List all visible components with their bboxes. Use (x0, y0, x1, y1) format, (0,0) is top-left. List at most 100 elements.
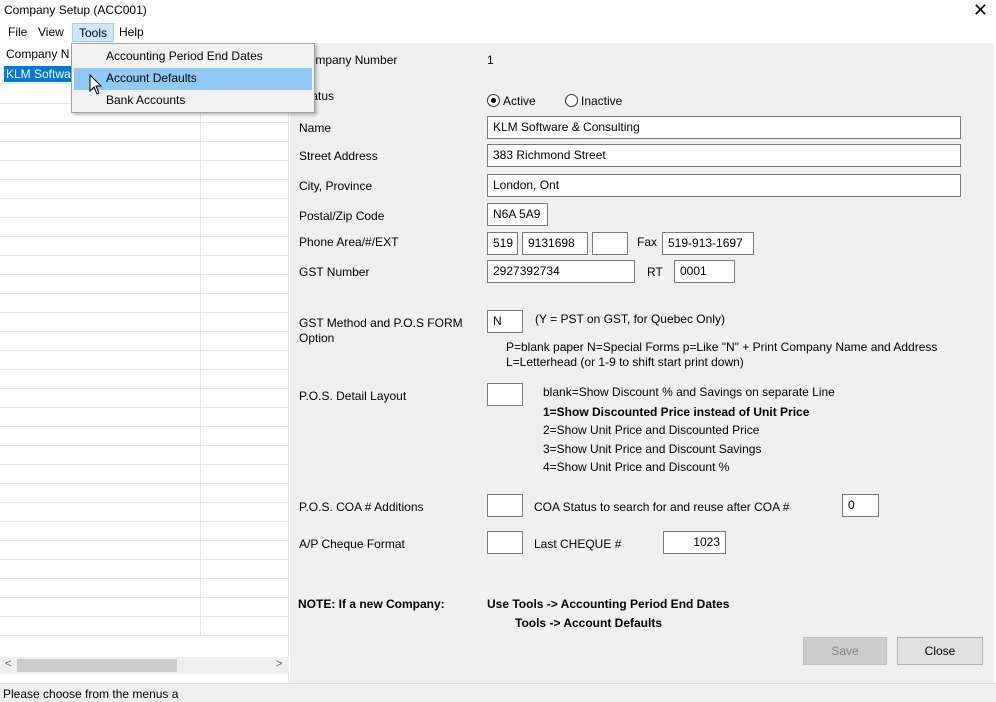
list-item-empty[interactable] (0, 370, 289, 389)
pos-option-2: 2=Show Unit Price and Discounted Price (543, 423, 760, 437)
list-item-empty[interactable] (0, 161, 289, 180)
list-item-label: KLM Softwa (4, 66, 74, 82)
company-list[interactable]: Company N KLM Softwa (0, 43, 289, 683)
last-cheque-label: Last CHEQUE # (534, 537, 622, 551)
column-divider (200, 237, 201, 256)
name-field[interactable]: KLM Software & Consulting (487, 116, 961, 139)
phone-ext-field[interactable] (592, 232, 628, 255)
fax-field[interactable]: 519-913-1697 (662, 232, 754, 255)
list-item-empty[interactable] (0, 465, 289, 484)
list-item-empty[interactable] (0, 123, 289, 142)
list-item-empty[interactable] (0, 294, 289, 313)
list-item-empty[interactable] (0, 332, 289, 351)
postal-field[interactable]: N6A 5A9 (487, 203, 548, 226)
coa-status-label: COA Status to search for and reuse after… (534, 500, 790, 514)
list-item-empty[interactable] (0, 484, 289, 503)
street-label: Street Address (299, 149, 378, 163)
street-field[interactable]: 383 Richmond Street (487, 144, 961, 167)
list-item-empty[interactable] (0, 351, 289, 370)
column-divider (200, 351, 201, 370)
status-active-radio[interactable] (487, 94, 500, 107)
list-item-empty[interactable] (0, 522, 289, 541)
coa-status-field[interactable]: 0 (842, 494, 879, 517)
gst-method-note-2: L=Letterhead (or 1-9 to shift start prin… (506, 355, 744, 369)
scroll-right-icon[interactable]: > (276, 658, 282, 670)
gst-method-field[interactable]: N (487, 310, 523, 333)
phone-area-field[interactable]: 519 (487, 232, 518, 255)
list-item-empty[interactable] (0, 142, 289, 161)
list-item-empty[interactable] (0, 446, 289, 465)
menu-item-bank-accounts[interactable]: Bank Accounts (74, 90, 312, 112)
column-divider (200, 579, 201, 598)
list-item-empty[interactable] (0, 579, 289, 598)
column-divider (200, 427, 201, 446)
list-item-empty[interactable] (0, 256, 289, 275)
last-cheque-field[interactable]: 1023 (663, 531, 726, 554)
list-item-empty[interactable] (0, 199, 289, 218)
status-text: Please choose from the menus a (3, 687, 179, 701)
ap-cheque-label: A/P Cheque Format (299, 537, 405, 551)
coa-field[interactable] (487, 494, 523, 517)
column-divider (200, 123, 201, 142)
column-divider (200, 218, 201, 237)
list-item-empty[interactable] (0, 427, 289, 446)
name-label: Name (299, 121, 332, 135)
list-item-empty[interactable] (0, 218, 289, 237)
list-item-empty[interactable] (0, 408, 289, 427)
menu-tools[interactable]: Tools (72, 23, 115, 42)
menu-bar: File View Tools Help (0, 22, 996, 43)
menu-item-account-defaults[interactable]: Account Defaults (74, 68, 312, 90)
close-button[interactable]: Close (897, 637, 983, 665)
menu-item-accounting-period-end-dates[interactable]: Accounting Period End Dates (74, 46, 312, 68)
list-item-empty[interactable] (0, 598, 289, 617)
phone-number-field[interactable]: 9131698 (522, 232, 588, 255)
column-divider (200, 446, 201, 465)
pos-detail-label: P.O.S. Detail Layout (299, 389, 407, 403)
menu-help[interactable]: Help (113, 23, 150, 42)
window-title: Company Setup (ACC001) (4, 3, 147, 17)
list-item-empty[interactable] (0, 237, 289, 256)
column-divider (200, 332, 201, 351)
list-item-empty[interactable] (0, 313, 289, 332)
company-form: Company Number 1 Status Active Inactive … (290, 43, 994, 683)
tools-dropdown-menu: Accounting Period End Dates Account Defa… (71, 43, 315, 113)
gst-field[interactable]: 2927392734 (487, 260, 635, 283)
column-divider (200, 180, 201, 199)
list-item-empty[interactable] (0, 389, 289, 408)
column-divider (200, 598, 201, 617)
status-active-label[interactable]: Active (503, 94, 536, 108)
pos-option-blank: blank=Show Discount % and Savings on sep… (543, 385, 835, 399)
save-button[interactable]: Save (803, 637, 887, 665)
list-item-empty[interactable] (0, 503, 289, 522)
list-item-empty[interactable] (0, 180, 289, 199)
column-divider (200, 465, 201, 484)
ap-cheque-field[interactable] (487, 531, 523, 554)
menu-view[interactable]: View (32, 23, 70, 42)
note-label: NOTE: If a new Company: (298, 597, 445, 611)
city-field[interactable]: London, Ont (487, 174, 961, 197)
coa-label: P.O.S. COA # Additions (299, 500, 424, 514)
column-divider (200, 313, 201, 332)
status-inactive-radio[interactable] (565, 94, 578, 107)
column-divider (200, 617, 201, 636)
list-item-empty[interactable] (0, 275, 289, 294)
rt-field[interactable]: 0001 (674, 260, 735, 283)
pos-detail-field[interactable] (487, 383, 523, 406)
list-item-empty[interactable] (0, 617, 289, 636)
city-label: City, Province (299, 179, 373, 193)
menu-file[interactable]: File (2, 23, 33, 42)
scroll-left-icon[interactable]: < (5, 658, 11, 670)
column-divider (200, 541, 201, 560)
column-divider (200, 256, 201, 275)
scrollbar-thumb[interactable] (17, 659, 177, 672)
list-item-empty[interactable] (0, 560, 289, 579)
mouse-pointer-icon (89, 74, 103, 95)
column-header-company[interactable]: Company N (6, 47, 69, 61)
list-item-empty[interactable] (0, 541, 289, 560)
close-icon[interactable]: ✕ (973, 0, 988, 20)
title-bar: Company Setup (ACC001) ✕ (0, 0, 996, 22)
column-divider (200, 503, 201, 522)
horizontal-scrollbar[interactable]: < > (0, 657, 289, 674)
status-inactive-label[interactable]: Inactive (581, 94, 622, 108)
column-divider (200, 294, 201, 313)
